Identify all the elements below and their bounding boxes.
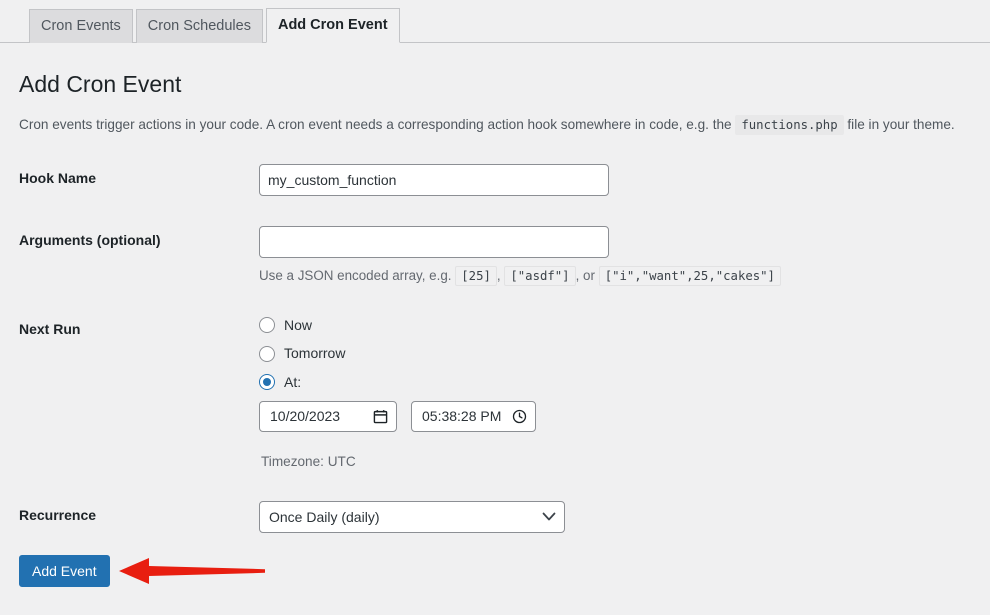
hook-name-label: Hook Name — [19, 170, 97, 187]
timezone-text: Timezone: UTC — [261, 453, 356, 469]
functions-php-code: functions.php — [735, 114, 844, 135]
radio-tomorrow[interactable] — [259, 345, 275, 362]
arguments-cell: Use a JSON encoded array, e.g. [25], ["a… — [249, 211, 970, 300]
time-value: 05:38:28 PM — [422, 408, 502, 425]
datetime-row: 10/20/2023 05:38:28 PM — [259, 400, 960, 432]
calendar-icon[interactable] — [373, 409, 388, 424]
arguments-example-1: [25] — [455, 266, 497, 287]
add-event-button[interactable]: Add Event — [19, 554, 110, 587]
arguments-hint-sep-1: , — [496, 268, 501, 284]
arguments-example-2: ["asdf"] — [504, 266, 576, 287]
red-pointer-arrow — [119, 557, 265, 584]
radio-option-now[interactable]: Now — [259, 316, 960, 334]
tab-cron-events[interactable]: Cron Events — [29, 9, 133, 43]
submit-area: Add Event — [19, 548, 970, 615]
tab-cron-schedules[interactable]: Cron Schedules — [135, 9, 263, 43]
date-value: 10/20/2023 — [270, 408, 341, 425]
tab-bar: Cron Events Cron Schedules Add Cron Even… — [0, 0, 990, 43]
arguments-input[interactable] — [259, 226, 609, 259]
arguments-example-3: ["i","want",25,"cakes"] — [598, 266, 781, 287]
form-row-hook-name: Hook Name — [19, 149, 970, 211]
radio-option-tomorrow[interactable]: Tomorrow — [259, 344, 960, 362]
form-row-recurrence: Recurrence Once Daily (daily) — [19, 486, 970, 548]
recurrence-cell: Once Daily (daily) — [249, 486, 970, 548]
recurrence-select-wrap: Once Daily (daily) — [259, 500, 565, 533]
form-row-arguments: Arguments (optional) Use a JSON encoded … — [19, 211, 970, 300]
arguments-hint: Use a JSON encoded array, e.g. [25], ["a… — [259, 266, 960, 287]
radio-at-label: At: — [284, 373, 302, 390]
page-wrap: Add Cron Event Cron events trigger actio… — [0, 61, 990, 615]
arguments-hint-prefix: Use a JSON encoded array, e.g. — [259, 268, 452, 284]
tab-add-cron-event[interactable]: Add Cron Event — [265, 8, 400, 43]
hook-name-input[interactable] — [259, 164, 609, 197]
form-row-next-run: Next Run Now Tomorrow At: 10/20/2023 05:… — [19, 300, 970, 485]
time-input[interactable]: 05:38:28 PM — [411, 400, 536, 432]
description-text-before: Cron events trigger actions in your code… — [19, 116, 732, 132]
date-input[interactable]: 10/20/2023 — [259, 400, 397, 432]
clock-icon[interactable] — [512, 409, 527, 424]
arguments-label: Arguments (optional) — [19, 232, 161, 249]
next-run-label: Next Run — [19, 321, 81, 338]
radio-tomorrow-label: Tomorrow — [284, 345, 346, 362]
radio-at[interactable] — [259, 373, 275, 390]
hook-name-cell — [249, 149, 970, 211]
recurrence-label: Recurrence — [19, 506, 97, 523]
add-cron-event-form: Hook Name Arguments (optional) Use a JSO… — [19, 149, 970, 547]
description-text-after: file in your theme. — [847, 116, 955, 132]
radio-option-at[interactable]: At: — [259, 373, 960, 391]
next-run-cell: Now Tomorrow At: 10/20/2023 05:38:28 PM … — [249, 300, 970, 485]
page-description: Cron events trigger actions in your code… — [19, 114, 970, 135]
radio-now-label: Now — [284, 317, 313, 334]
arguments-hint-sep-2: , or — [575, 268, 595, 284]
recurrence-select[interactable]: Once Daily (daily) — [259, 500, 565, 533]
page-title: Add Cron Event — [19, 71, 182, 97]
radio-now[interactable] — [259, 317, 275, 334]
